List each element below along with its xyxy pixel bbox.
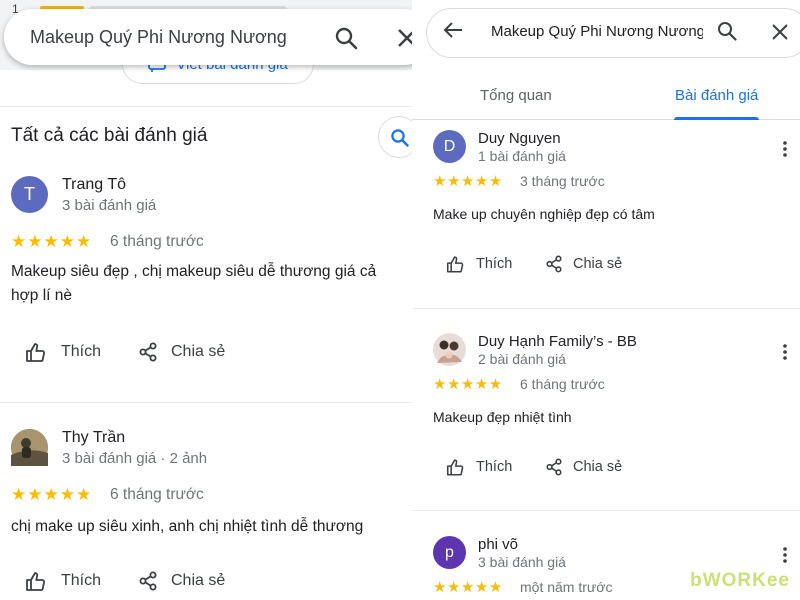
reviewer-name[interactable]: Thy Trần: [62, 429, 125, 447]
search-reviews-button[interactable]: [378, 116, 412, 158]
like-label: Thích: [61, 572, 102, 589]
review-time: 6 tháng trước: [110, 486, 204, 503]
close-icon[interactable]: [396, 27, 412, 49]
share-icon: [139, 571, 157, 591]
share-icon: [139, 342, 157, 362]
rating-stars: ★★★★★: [11, 232, 93, 251]
review-time: 6 tháng trước: [520, 376, 605, 392]
search-icon[interactable]: [717, 21, 737, 41]
review-text: Makeup đẹp nhiệt tình: [433, 409, 572, 425]
review-time: 3 tháng trước: [520, 173, 605, 189]
close-icon[interactable]: [772, 24, 788, 40]
more-options-icon[interactable]: [782, 141, 788, 157]
back-arrow-icon[interactable]: [443, 21, 463, 39]
share-label: Chia sẻ: [171, 343, 226, 360]
thumbs-up-icon: [446, 459, 464, 476]
rating-stars: ★★★★★: [433, 376, 503, 393]
share-button[interactable]: Chia sẻ: [139, 571, 225, 591]
active-tab-indicator: [674, 117, 759, 120]
avatar[interactable]: p: [433, 536, 466, 569]
divider: [412, 308, 800, 309]
tab-overview[interactable]: Tổng quan: [480, 87, 552, 104]
rating-stars: ★★★★★: [11, 485, 93, 504]
share-label: Chia sẻ: [573, 459, 623, 475]
profile-photo-icon: [433, 333, 466, 366]
divider: [0, 402, 412, 403]
review-text: Make up chuyên nghiệp đẹp có tâm: [433, 206, 655, 222]
thumbs-up-icon: [26, 572, 46, 591]
like-label: Thích: [61, 343, 102, 360]
reviewer-name[interactable]: Trang Tô: [62, 176, 126, 194]
review-text: Makeup siêu đẹp , chị makeup siêu dễ thư…: [11, 263, 377, 304]
watermark-logo: bWORKee: [690, 570, 790, 591]
left-panel: 1 Viết bài đánh giá Makeup Quý Phi Nương…: [0, 0, 412, 600]
share-button[interactable]: Chia sẻ: [139, 342, 225, 362]
like-button[interactable]: Thích: [25, 342, 101, 362]
divider: [0, 106, 412, 107]
review-text: chị make up siêu xinh, anh chị nhiệt tìn…: [11, 518, 364, 535]
share-icon: [546, 255, 562, 273]
share-label: Chia sẻ: [573, 256, 623, 272]
reviewer-name[interactable]: Duy Nguyen: [478, 130, 561, 147]
rating-stars: ★★★★★: [433, 579, 503, 596]
search-icon[interactable]: [334, 26, 358, 50]
more-options-icon[interactable]: [782, 344, 788, 360]
profile-photo-icon: [11, 429, 48, 466]
reviewer-meta: 3 bài đánh giá · 2 ảnh: [62, 450, 208, 467]
search-query[interactable]: Makeup Quý Phi Nương Nương: [491, 23, 703, 40]
like-button[interactable]: Thích: [446, 255, 512, 273]
reviewer-meta: 3 bài đánh giá: [478, 554, 566, 570]
rating-stars: ★★★★★: [433, 173, 503, 190]
thumbs-up-icon: [446, 256, 464, 273]
avatar[interactable]: [433, 333, 466, 366]
like-button[interactable]: Thích: [446, 458, 512, 476]
more-options-icon[interactable]: [782, 547, 788, 563]
like-label: Thích: [476, 459, 513, 475]
reviewer-name[interactable]: phi võ: [478, 536, 518, 553]
share-label: Chia sẻ: [171, 572, 226, 589]
reviewer-meta: 3 bài đánh giá: [62, 197, 157, 214]
search-box[interactable]: Makeup Quý Phi Nương Nương: [4, 9, 412, 65]
reviewer-name[interactable]: Duy Hạnh Family’s - BB: [478, 333, 637, 350]
tab-reviews[interactable]: Bài đánh giá: [675, 87, 758, 104]
reviews-section-title: Tất cả các bài đánh giá: [11, 125, 208, 146]
share-button[interactable]: Chia sẻ: [546, 255, 622, 273]
thumbs-up-icon: [26, 343, 46, 362]
like-label: Thích: [476, 256, 513, 272]
review-time: một năm trước: [520, 579, 613, 595]
share-button[interactable]: Chia sẻ: [546, 458, 622, 476]
review-time: 6 tháng trước: [110, 233, 204, 250]
reviewer-meta: 1 bài đánh giá: [478, 148, 566, 164]
like-button[interactable]: Thích: [25, 571, 101, 591]
avatar[interactable]: [11, 429, 48, 466]
avatar[interactable]: D: [433, 130, 466, 163]
search-icon: [391, 129, 409, 147]
avatar[interactable]: T: [11, 176, 48, 213]
reviewer-meta: 2 bài đánh giá: [478, 351, 566, 367]
divider: [412, 510, 800, 511]
right-panel: Makeup Quý Phi Nương Nương Tổng quan Bài…: [412, 0, 800, 600]
tab-bar: Tổng quan Bài đánh giá: [412, 80, 800, 120]
share-icon: [546, 458, 562, 476]
